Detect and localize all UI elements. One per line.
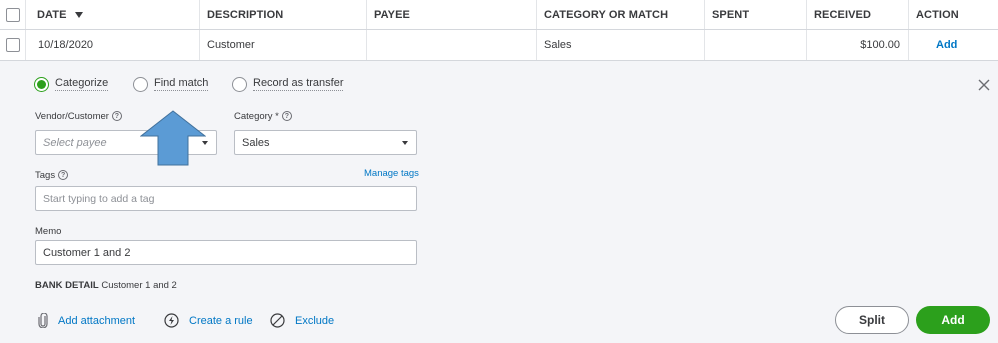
radio-find-match-label: Find match xyxy=(154,77,209,91)
row-action: Add xyxy=(909,30,998,60)
radio-record-transfer-button[interactable] xyxy=(232,76,247,92)
memo-input[interactable]: Customer 1 and 2 xyxy=(35,240,417,265)
row-received: $100.00 xyxy=(807,30,909,60)
row-spent xyxy=(705,30,807,60)
bank-detail-label: BANK DETAIL xyxy=(35,280,99,291)
header-category-label: CATEGORY OR MATCH xyxy=(544,8,669,21)
radio-record-transfer-label: Record as transfer xyxy=(253,77,344,91)
radio-find-match[interactable]: Find match xyxy=(133,76,209,92)
row-category: Sales xyxy=(537,30,705,60)
add-attachment-link[interactable]: Add attachment xyxy=(38,313,135,328)
header-spent[interactable]: SPENT xyxy=(705,0,807,29)
header-spent-label: SPENT xyxy=(712,8,750,21)
header-date-label: DATE xyxy=(37,8,67,21)
create-rule-label: Create a rule xyxy=(189,314,253,327)
radio-categorize-button[interactable] xyxy=(34,76,49,92)
category-label-text: Category * xyxy=(234,111,279,122)
header-select-all-cell xyxy=(0,0,26,29)
memo-value: Customer 1 and 2 xyxy=(43,246,131,259)
add-button[interactable]: Add xyxy=(916,306,990,334)
header-payee[interactable]: PAYEE xyxy=(367,0,537,29)
header-action: ACTION xyxy=(909,0,998,29)
header-category[interactable]: CATEGORY OR MATCH xyxy=(537,0,705,29)
radio-categorize-label: Categorize xyxy=(55,77,109,91)
category-label: Category *? xyxy=(234,111,292,122)
create-rule-link[interactable]: Create a rule xyxy=(164,313,253,328)
header-description-label: DESCRIPTION xyxy=(207,8,284,21)
bank-detail: BANK DETAIL Customer 1 and 2 xyxy=(35,280,177,291)
category-value: Sales xyxy=(242,136,270,149)
radio-selected-dot xyxy=(37,79,46,89)
dropdown-caret-icon xyxy=(402,141,408,145)
add-attachment-label: Add attachment xyxy=(58,314,136,327)
close-icon[interactable] xyxy=(978,79,990,91)
radio-find-match-button[interactable] xyxy=(133,76,148,92)
table-row[interactable]: 10/18/2020 Customer Sales $100.00 Add xyxy=(0,30,998,61)
header-received[interactable]: RECEIVED xyxy=(807,0,909,29)
row-checkbox[interactable] xyxy=(5,38,20,52)
help-icon[interactable]: ? xyxy=(111,111,122,122)
row-select-cell xyxy=(0,30,26,60)
memo-label: Memo xyxy=(35,226,62,237)
up-arrow-annotation xyxy=(140,110,206,166)
row-description: Customer xyxy=(200,30,367,60)
sort-down-icon[interactable] xyxy=(74,12,83,18)
header-description[interactable]: DESCRIPTION xyxy=(200,0,367,29)
header-date[interactable]: DATE xyxy=(26,0,200,29)
row-date: 10/18/2020 xyxy=(26,30,200,60)
tags-placeholder: Start typing to add a tag xyxy=(43,192,155,205)
help-icon[interactable]: ? xyxy=(281,111,292,122)
tags-label-text: Tags xyxy=(35,170,56,181)
header-payee-label: PAYEE xyxy=(374,8,410,21)
lightning-icon xyxy=(164,313,179,328)
manage-tags-link[interactable]: Manage tags xyxy=(364,168,419,179)
header-action-label: ACTION xyxy=(916,8,959,21)
vendor-customer-placeholder: Select payee xyxy=(43,136,107,149)
table-header: DATE DESCRIPTION PAYEE CATEGORY OR MATCH… xyxy=(0,0,998,30)
category-select[interactable]: Sales xyxy=(234,130,417,155)
row-add-link[interactable]: Add xyxy=(936,39,957,51)
split-button[interactable]: Split xyxy=(835,306,909,334)
radio-categorize[interactable]: Categorize xyxy=(34,76,109,92)
vendor-customer-label-text: Vendor/Customer xyxy=(35,111,109,122)
bank-detail-value: Customer 1 and 2 xyxy=(101,280,177,291)
exclude-label: Exclude xyxy=(295,314,335,327)
tags-input[interactable]: Start typing to add a tag xyxy=(35,186,417,211)
tags-label: Tags? xyxy=(35,170,69,181)
prohibit-icon xyxy=(270,313,285,328)
header-received-label: RECEIVED xyxy=(814,8,872,21)
radio-record-transfer[interactable]: Record as transfer xyxy=(232,76,344,92)
exclude-link[interactable]: Exclude xyxy=(270,313,334,328)
vendor-customer-label: Vendor/Customer? xyxy=(35,111,122,122)
help-icon[interactable]: ? xyxy=(58,170,69,181)
row-payee xyxy=(367,30,537,60)
select-all-checkbox[interactable] xyxy=(5,7,20,22)
paperclip-icon xyxy=(38,313,48,328)
